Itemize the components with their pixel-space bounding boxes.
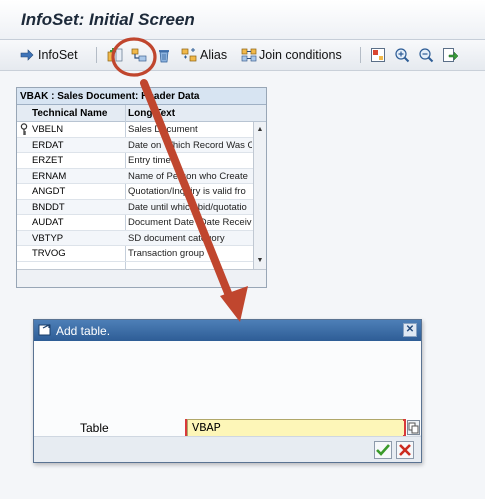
technical-name: ERNAM [32, 170, 67, 182]
value-help-button[interactable] [407, 420, 420, 435]
trash-icon [156, 47, 172, 63]
table-row[interactable]: VBTYP SD document category [17, 230, 254, 246]
dialog-window-icon [38, 324, 51, 336]
page-title: InfoSet: Initial Screen [21, 10, 195, 29]
join-conditions-button[interactable]: Join conditions [241, 46, 342, 64]
title-bar: InfoSet: Initial Screen [0, 0, 485, 40]
zoom-out-icon [418, 47, 434, 63]
technical-name: VBELN [32, 124, 64, 135]
table-field-label: Table [80, 421, 109, 435]
layout-button[interactable] [370, 46, 386, 64]
vertical-scrollbar[interactable]: ▲ ▼ [253, 122, 266, 269]
long-text: Entry time [128, 155, 171, 166]
infoset-label: InfoSet [38, 48, 78, 62]
zoom-in-button[interactable] [394, 46, 410, 64]
table-row[interactable]: VBELN Sales Document [17, 122, 254, 138]
toolbar: InfoSet Alias Join conditions [0, 40, 485, 71]
table-row[interactable]: ERDAT Date on Which Record Was C [17, 137, 254, 153]
export-button[interactable] [442, 46, 459, 64]
technical-name: BNDDT [32, 201, 65, 213]
toolbar-separator [96, 47, 97, 63]
join-tables-icon [131, 47, 147, 63]
join-conditions-label: Join conditions [259, 48, 342, 62]
table-row[interactable]: AUDAT Document Date (Date Receiv [17, 215, 254, 231]
dialog-footer [34, 436, 421, 462]
infoset-button[interactable]: InfoSet [19, 46, 78, 64]
long-text: Name of Person who Create [128, 170, 248, 182]
table-row[interactable]: TRVOG Transaction group [17, 246, 254, 262]
add-table-button[interactable] [107, 46, 123, 64]
confirm-button[interactable] [374, 441, 392, 459]
alias-label: Alias [200, 48, 228, 62]
technical-name: VBTYP [32, 232, 64, 244]
annotation-arrowhead [220, 286, 248, 322]
long-text: Date on Which Record Was C [128, 139, 252, 151]
scroll-down-icon[interactable]: ▼ [255, 256, 265, 266]
long-text: Sales Document [128, 124, 198, 135]
column-header-long-text[interactable]: Long Text [128, 108, 175, 119]
cancel-icon [399, 444, 411, 456]
field-list-rows: VBELN Sales Document ERDAT Date on Which… [17, 122, 254, 262]
table-row[interactable]: ANGDT Quotation/Inquiry is valid fro [17, 184, 254, 200]
long-text: SD document category [128, 232, 225, 244]
panel-header: VBAK : Sales Document: Header Data [17, 88, 266, 105]
horizontal-scrollbar[interactable] [17, 269, 266, 287]
value-help-icon [408, 422, 419, 434]
long-text: Transaction group [128, 248, 205, 259]
arrow-right-icon [19, 47, 35, 63]
toolbar-separator [360, 47, 361, 63]
dialog-title: Add table. [56, 324, 111, 338]
table-row[interactable]: ERNAM Name of Person who Create [17, 168, 254, 184]
technical-name: ANGDT [32, 186, 66, 197]
long-text: Document Date (Date Receiv [128, 217, 252, 228]
technical-name: AUDAT [32, 217, 64, 228]
join-tables-button[interactable] [131, 46, 147, 64]
table-row[interactable]: ERZET Entry time [17, 153, 254, 169]
field-list-panel: VBAK : Sales Document: Header Data Techn… [16, 87, 267, 288]
technical-name: ERZET [32, 155, 64, 166]
long-text: Date until which bid/quotatio [128, 201, 247, 213]
layout-icon [370, 47, 386, 63]
column-header-technical-name[interactable]: Technical Name [32, 108, 107, 119]
close-icon[interactable]: ✕ [403, 323, 417, 337]
dialog-title-bar: Add table. ✕ [34, 320, 421, 341]
zoom-out-button[interactable] [418, 46, 434, 64]
table-row[interactable]: BNDDT Date until which bid/quotatio [17, 199, 254, 215]
technical-name: TRVOG [32, 248, 66, 259]
scroll-up-icon[interactable]: ▲ [255, 125, 265, 135]
long-text: Quotation/Inquiry is valid fro [128, 186, 246, 197]
key-icon [20, 123, 28, 135]
alias-icon [181, 47, 197, 63]
add-table-icon [107, 47, 123, 63]
delete-table-button[interactable] [156, 46, 172, 64]
checkmark-icon [376, 444, 390, 456]
cancel-button[interactable] [396, 441, 414, 459]
add-table-dialog: Add table. ✕ Table VBAP [33, 319, 422, 463]
export-icon [442, 47, 459, 63]
alias-button[interactable]: Alias [181, 46, 227, 64]
join-conditions-icon [241, 47, 257, 63]
zoom-in-icon [394, 47, 410, 63]
column-headers: Technical Name Long Text [17, 105, 266, 122]
technical-name: ERDAT [32, 139, 64, 151]
